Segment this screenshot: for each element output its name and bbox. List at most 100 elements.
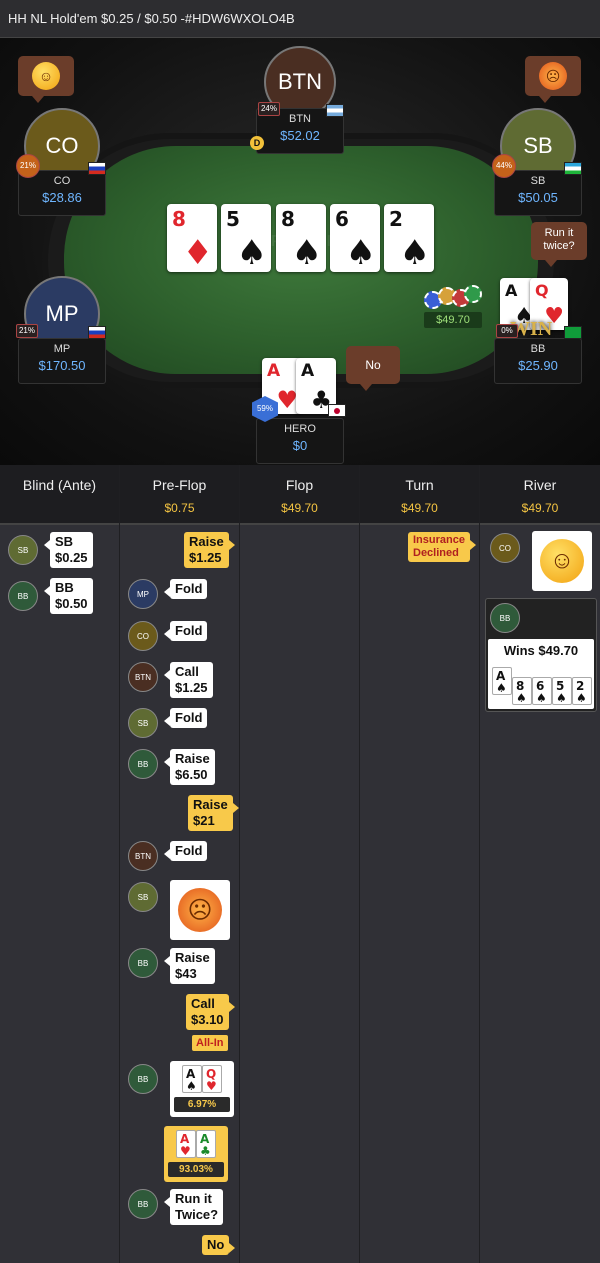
mp-nameplate: MP $170.50 [18, 338, 106, 384]
seat-mp[interactable]: MP MP $170.50 21% [16, 276, 106, 384]
laughing-emoji-icon: ☺ [32, 62, 60, 90]
pos-badge-co: CO [128, 621, 158, 651]
btn-stat-badge: 24% [258, 102, 280, 116]
bb-raise-action: Raise $6.50 [164, 749, 215, 785]
co-stack: $28.86 [42, 190, 82, 205]
seat-btn[interactable]: BTN BTN $52.02 24% D [250, 46, 344, 154]
mp-stack: $170.50 [38, 358, 86, 373]
bb-allin-raise-action: Raise $43 [164, 948, 215, 984]
col-blind: Blind (Ante) SB SB $0.25 BB BB $0.50 [0, 465, 120, 1263]
hero-equity-card: A ♥ A ♣ 93.03% [164, 1126, 228, 1182]
hero-call-action: Call $3.10 [186, 994, 235, 1030]
win-card-2: 8 ♠ [512, 677, 532, 705]
blind-bb-action: BB $0.50 [44, 578, 93, 614]
hero-speech-bubble: No [346, 346, 400, 391]
pos-badge-bb: BB [128, 948, 158, 978]
col-flop: Flop $49.70 [240, 465, 360, 1263]
russia-flag-icon [88, 326, 106, 339]
mp-fold-action: Fold [163, 579, 208, 599]
win-card-3: 6 ♠ [532, 677, 552, 705]
btn-call-action: Call $1.25 [164, 662, 213, 698]
win-amount-text: Wins $49.70 [503, 643, 579, 658]
hero-stack: $0 [292, 438, 308, 453]
uzbekistan-flag-icon [564, 162, 582, 175]
winning-hand-box: Wins $49.70 A ♠ 8 ♠ 6 ♠ 5 ♠ 2 ♠ [488, 639, 594, 709]
col-river: River $49.70 CO ☺ BB Wins $49.70 A ♠ 8 ♠ 6… [480, 465, 600, 1263]
russia-flag-icon [88, 162, 106, 175]
win-card-5: 2 ♠ [572, 677, 592, 705]
seat-co[interactable]: CO CO $28.86 21% [16, 108, 106, 216]
btn-fold-action: Fold [163, 841, 208, 861]
mp-name: MP [53, 343, 71, 355]
argentina-flag-icon [326, 104, 344, 117]
hero-mini-card-1: A ♥ [176, 1130, 196, 1158]
hero-name: HERO [284, 423, 316, 435]
pos-badge-sb: SB [128, 708, 158, 738]
sb-emoji-message: ☹ [170, 880, 230, 940]
insurance-declined-badge: Insurance Declined [408, 532, 476, 562]
bb-nameplate: BB $25.90 [494, 338, 582, 384]
pot-chips-icon [424, 283, 482, 313]
pos-badge-btn: BTN [128, 841, 158, 871]
pos-badge-bb: BB [490, 603, 520, 633]
hero-raise-action: Raise $1.25 [184, 532, 235, 568]
poker-table-view: PPPOKER BTN BTN $52.02 24% D CO CO $28.8… [0, 38, 600, 465]
pos-badge-co: CO [490, 533, 520, 563]
col-turn-header: Turn $49.70 [360, 465, 479, 525]
bb-stat-badge: 0% [496, 324, 518, 338]
col-preflop: Pre-Flop $0.75 Raise $1.25 MP Fold CO Fol… [120, 465, 240, 1263]
win-card-4: 5 ♠ [552, 677, 572, 705]
co-fold-action: Fold [163, 621, 208, 641]
col-blind-header: Blind (Ante) [0, 465, 119, 525]
hero-mini-card-2: A ♣ [196, 1130, 216, 1158]
pos-badge-bb: BB [128, 749, 158, 779]
board-card-1: 8 ♦ [167, 204, 217, 272]
seat-sb[interactable]: SB SB $50.05 44% [492, 108, 582, 216]
win-card-1: A ♠ [492, 667, 512, 695]
hero-no-action: No [202, 1235, 236, 1255]
col-river-header: River $49.70 [480, 465, 600, 525]
co-stat-badge: 21% [16, 154, 40, 178]
col-turn: Turn $49.70 Insurance Declined [360, 465, 480, 1263]
btn-stack: $52.02 [280, 128, 320, 143]
pos-badge-bb: BB [128, 1064, 158, 1094]
pos-badge-mp: MP [128, 579, 158, 609]
col-preflop-header: Pre-Flop $0.75 [120, 465, 239, 525]
pos-badge-sb: SB [8, 535, 38, 565]
pot-amount: $49.70 [424, 312, 482, 328]
co-emoji-bubble: ☺ [18, 56, 74, 103]
hero-nameplate: HERO $0 [256, 418, 344, 464]
sb-stat-badge: 44% [492, 154, 516, 178]
bb-name: BB [530, 343, 546, 355]
winner-panel: BB Wins $49.70 A ♠ 8 ♠ 6 ♠ 5 ♠ 2 ♠ [485, 598, 597, 712]
bb-mini-card-1: A ♠ [182, 1065, 202, 1093]
window-title: HH NL Hold'em $0.25 / $0.50 -#HDW6WXOLO4… [0, 0, 600, 38]
bb-equity: 6.97% [174, 1097, 230, 1112]
dealer-button-icon: D [250, 136, 264, 150]
board-card-5: 2 ♠ [384, 204, 434, 272]
angry-emoji-icon: ☹ [178, 888, 222, 932]
blind-sb-action: SB $0.25 [44, 532, 93, 568]
hero-equity: 93.03% [168, 1162, 224, 1177]
col-flop-header: Flop $49.70 [240, 465, 359, 525]
hero-reraise-action: Raise $21 [188, 795, 239, 831]
bb-speech-bubble: Run it twice? [531, 222, 587, 267]
sb-emoji-bubble: ☹ [525, 56, 581, 103]
pos-badge-bb: BB [8, 581, 38, 611]
brazil-flag-icon [564, 326, 582, 339]
pos-badge-btn: BTN [128, 662, 158, 692]
laughing-emoji-icon: ☺ [540, 539, 584, 583]
bb-equity-card: A ♠ Q ♥ 6.97% [170, 1061, 234, 1117]
co-emoji-message: ☺ [532, 531, 592, 591]
japan-flag-icon [328, 404, 346, 417]
angry-emoji-icon: ☹ [539, 62, 567, 90]
pos-badge-bb: BB [128, 1189, 158, 1219]
hand-history-panel: Blind (Ante) SB SB $0.25 BB BB $0.50 Pre-F… [0, 465, 600, 1263]
allin-badge: All-In [192, 1035, 228, 1051]
bb-run-it-twice-action: Run it Twice? [163, 1189, 224, 1225]
bb-stack: $25.90 [518, 358, 558, 373]
sb-fold-action: Fold [163, 708, 208, 728]
board-card-2: 5 ♠ [221, 204, 271, 272]
bb-mini-card-2: Q ♥ [202, 1065, 222, 1093]
board-card-4: 6 ♠ [330, 204, 380, 272]
